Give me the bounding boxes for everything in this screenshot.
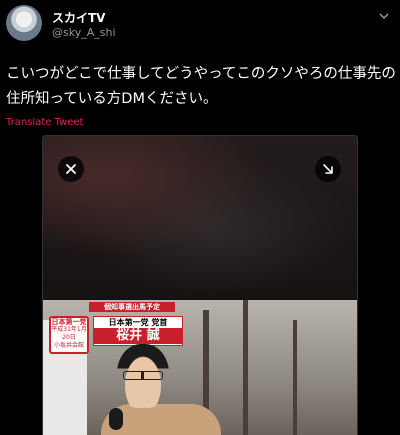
expand-icon [323, 164, 333, 174]
close-icon [66, 164, 76, 174]
tweet-header: スカイTV @sky_A_shi [0, 0, 400, 50]
name-plate: 日本第一党 党首 桜井 誠 [93, 316, 183, 346]
chevron-down-icon[interactable] [379, 11, 389, 21]
translate-tweet-link[interactable]: Translate Tweet [6, 117, 83, 128]
party-sign: 日本第一党 平成31年1月20日 小坂井会館 [49, 316, 89, 354]
tweet-text: こいつがどこで仕事してどうやってこのクソやろの仕事先の 住所知っている方DMくだ… [6, 62, 396, 112]
election-banner: 個知事選出馬予定 [89, 302, 175, 312]
avatar[interactable] [6, 5, 42, 41]
microphone [109, 408, 123, 430]
user-handle[interactable]: @sky_A_shi [52, 26, 116, 39]
display-name[interactable]: スカイTV [52, 9, 105, 26]
video-frame: 個知事選出馬予定 日本第一党 平成31年1月20日 小坂井会館 日本第一党 党首… [43, 300, 357, 435]
glasses [123, 370, 163, 380]
close-button[interactable] [58, 156, 84, 182]
tree-trunk [293, 320, 297, 435]
name-plate-party: 日本第一党 党首 [108, 318, 168, 327]
party-sign-date: 平成31年1月20日 [51, 326, 87, 341]
party-sign-venue: 小坂井会館 [53, 342, 84, 349]
name-plate-name: 桜井 誠 [94, 328, 182, 344]
party-sign-title: 日本第一党 [51, 318, 87, 326]
media-viewer[interactable]: 個知事選出馬予定 日本第一党 平成31年1月20日 小坂井会館 日本第一党 党首… [42, 135, 358, 435]
expand-button[interactable] [315, 156, 341, 182]
blurred-image-area [43, 136, 357, 300]
tweet-text-line: こいつがどこで仕事してどうやってこのクソやろの仕事先の [6, 66, 396, 82]
tree-trunk [243, 300, 248, 435]
tweet-text-line: 住所知っている方DMください。 [6, 91, 218, 107]
